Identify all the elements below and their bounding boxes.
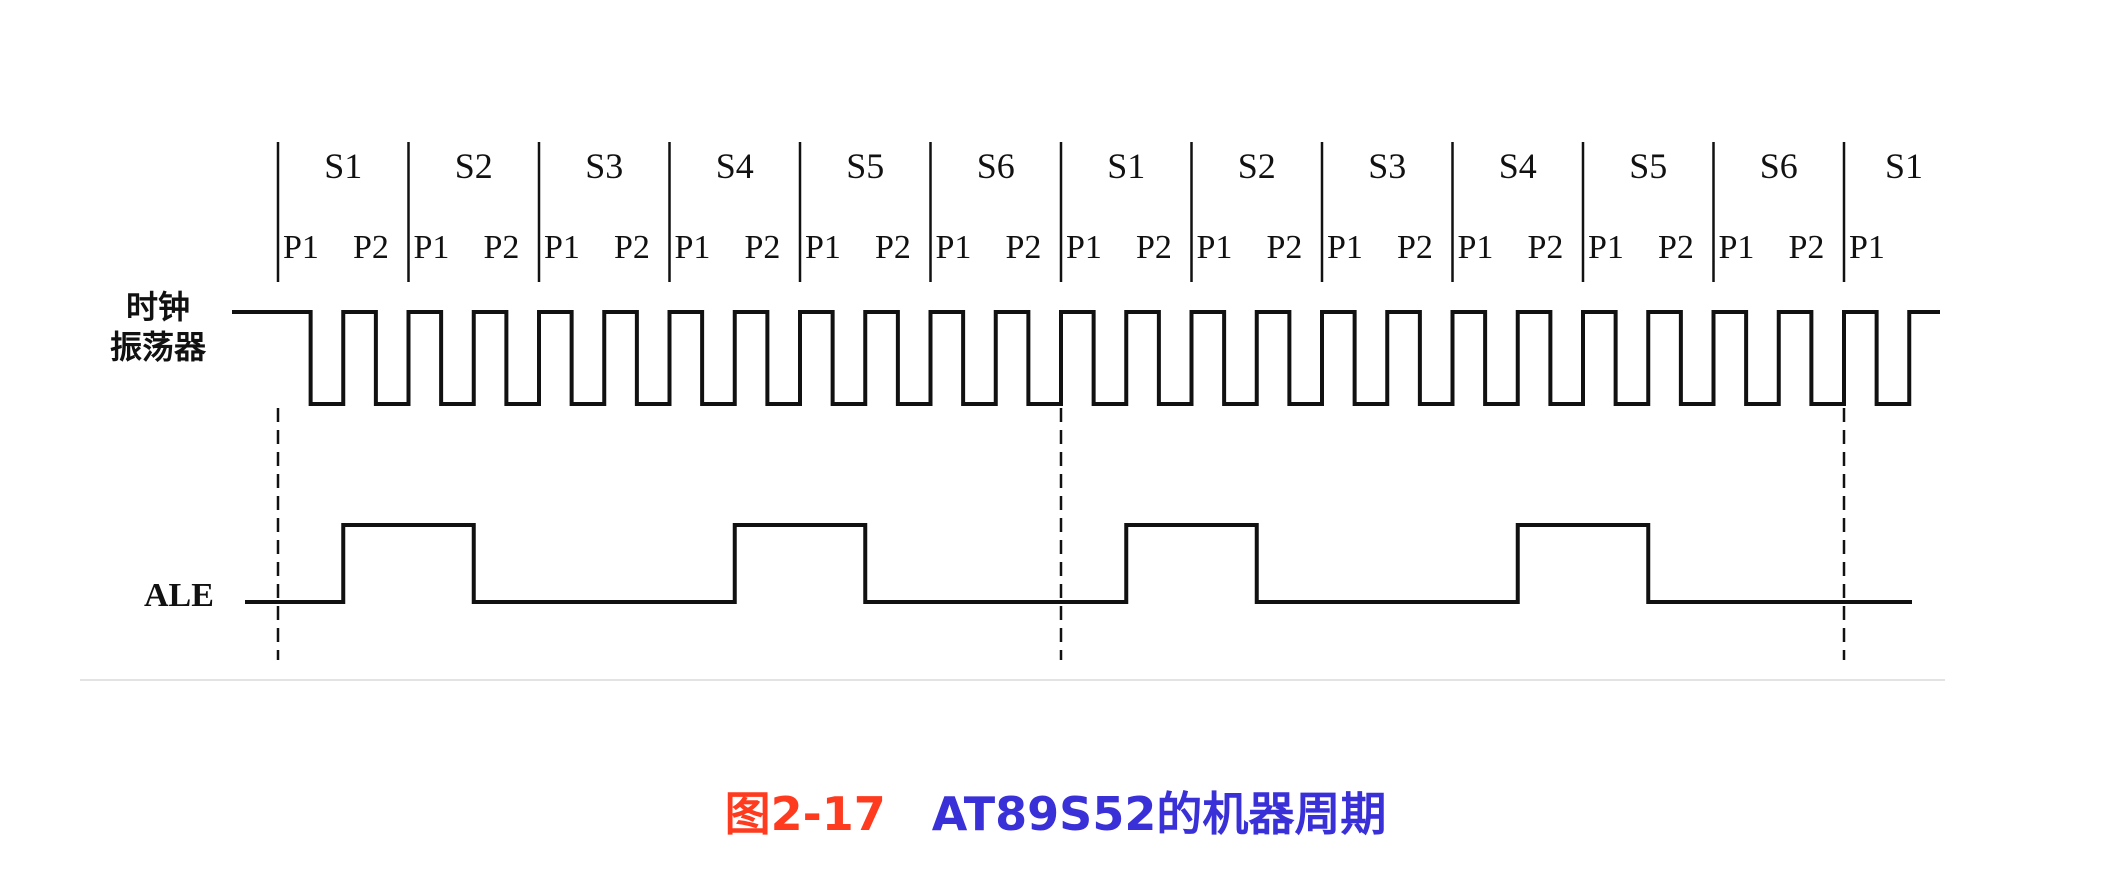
state-label-s5: S5 <box>1629 146 1667 186</box>
phase-label-p2: P2 <box>353 229 389 266</box>
phase-label-p2: P2 <box>1658 229 1694 266</box>
state-label-s3: S3 <box>585 146 623 186</box>
timing-diagram: S1 S2 S3 S4 S5 S6 S1 S2 S3 S4 S5 S6 S1 P1 P2 P1 P2 P1 P2 P… <box>0 0 2111 885</box>
state-label-s6: S6 <box>1760 146 1798 186</box>
phase-label-p1: P1 <box>544 229 580 266</box>
phase-label-p2: P2 <box>614 229 650 266</box>
machine-cycle-markers <box>276 408 1846 660</box>
state-label-s2: S2 <box>455 146 493 186</box>
phase-label-p2: P2 <box>1006 229 1042 266</box>
phase-label-p1: P1 <box>1197 229 1233 266</box>
phase-label-p1: P1 <box>283 229 319 266</box>
figure-caption: 图2-17 AT89S52的机器周期 <box>0 778 2111 844</box>
state-label-s5: S5 <box>846 146 884 186</box>
clock-waveform <box>232 310 1940 406</box>
clock-signal-label: 时钟 振荡器 <box>110 288 207 366</box>
state-label-s2: S2 <box>1238 146 1276 186</box>
ale-waveform <box>245 523 1912 604</box>
phase-label-p1: P1 <box>805 229 841 266</box>
ale-signal-label: ALE <box>144 577 214 614</box>
phase-label-p2: P2 <box>875 229 911 266</box>
phase-label-p1: P1 <box>1588 229 1624 266</box>
phase-label-p1: P1 <box>1719 229 1755 266</box>
phase-label-p2: P2 <box>1528 229 1564 266</box>
figure-title: AT89S52的机器周期 <box>931 787 1387 841</box>
state-label-s1: S1 <box>1885 146 1923 186</box>
state-labels: S1 S2 S3 S4 S5 S6 S1 S2 S3 S4 S5 S6 S1 <box>324 146 1923 186</box>
phase-label-p1: P1 <box>1849 229 1885 266</box>
phase-labels: P1 P2 P1 P2 P1 P2 P1 P2 P1 P2 P1 P2 P1 P2 P1 P2 P1 P2 P1 P2… <box>283 229 1885 266</box>
phase-label-p1: P1 <box>936 229 972 266</box>
phase-label-p1: P1 <box>1066 229 1102 266</box>
phase-label-p2: P2 <box>1789 229 1825 266</box>
state-label-s1: S1 <box>324 146 362 186</box>
clock-label-line1: 时钟 <box>126 288 190 326</box>
timing-diagram-canvas: S1 S2 S3 S4 S5 S6 S1 S2 S3 S4 S5 S6 S1 P1 P2 P1 P2 P1 P2 P… <box>80 142 1945 681</box>
state-label-s3: S3 <box>1368 146 1406 186</box>
phase-label-p2: P2 <box>745 229 781 266</box>
phase-label-p1: P1 <box>675 229 711 266</box>
phase-label-p2: P2 <box>1136 229 1172 266</box>
clock-label-line2: 振荡器 <box>110 328 207 366</box>
state-label-s4: S4 <box>716 146 754 186</box>
phase-label-p2: P2 <box>484 229 520 266</box>
phase-label-p2: P2 <box>1267 229 1303 266</box>
phase-label-p1: P1 <box>1327 229 1363 266</box>
phase-label-p1: P1 <box>1458 229 1494 266</box>
phase-label-p1: P1 <box>414 229 450 266</box>
state-label-s1: S1 <box>1107 146 1145 186</box>
state-label-s4: S4 <box>1499 146 1537 186</box>
figure-number: 图2-17 <box>724 787 886 841</box>
state-label-s6: S6 <box>977 146 1015 186</box>
phase-label-p2: P2 <box>1397 229 1433 266</box>
